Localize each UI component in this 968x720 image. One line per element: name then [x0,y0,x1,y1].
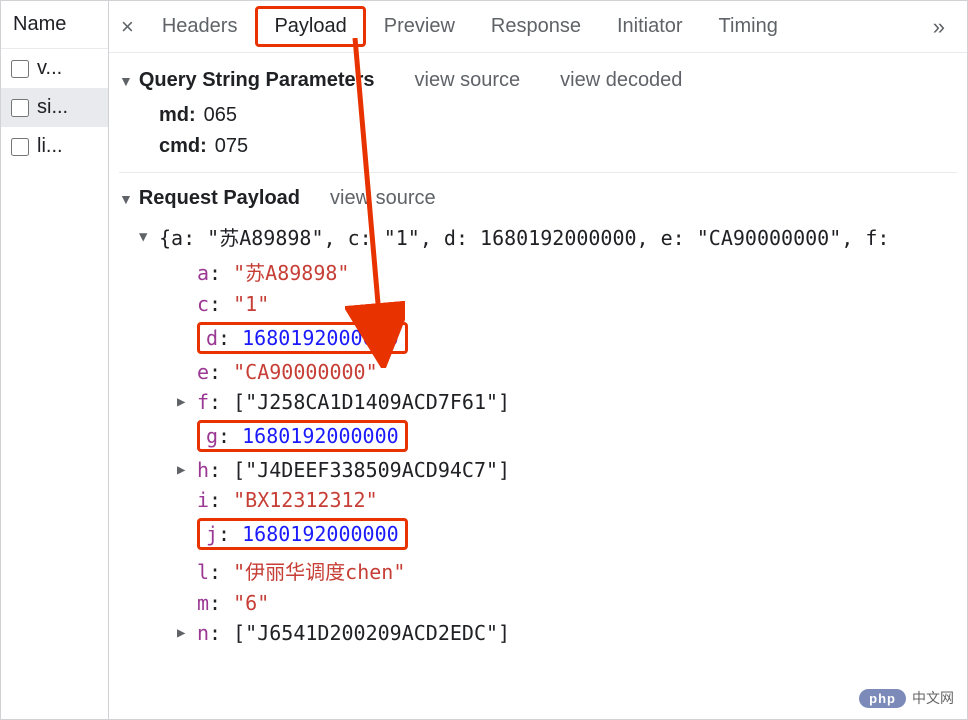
json-key: i [197,488,209,512]
json-key: f [197,390,209,414]
json-key: d [206,326,218,350]
json-key: l [197,560,209,584]
colon: : [209,292,233,316]
json-value: ["J4DEEF338509ACD94C7"] [233,458,510,482]
chevron-down-icon: ▼ [119,191,133,207]
colon: : [209,560,233,584]
query-param-key: md: [159,104,196,127]
details-panel: × HeadersPayloadPreviewResponseInitiator… [109,1,967,719]
json-value: ["J6541D200209ACD2EDC"] [233,621,510,645]
tab-headers[interactable]: Headers [144,3,256,50]
name-item-checkbox[interactable] [11,60,29,78]
view-source-link[interactable]: view source [415,69,521,92]
section-divider [119,172,957,173]
chevron-right-icon[interactable]: ▶ [177,625,193,641]
colon: : [218,424,242,448]
name-item-label: v... [37,57,62,80]
colon: : [209,488,233,512]
query-param-row: md: 065 [159,104,957,127]
payload-section-header: ▼ Request Payload view source [119,187,957,210]
json-value: ["J258CA1D1409ACD7F61"] [233,390,510,414]
json-key: c [197,292,209,316]
name-list: v... si... li... [1,49,108,166]
tabs-row: × HeadersPayloadPreviewResponseInitiator… [109,1,967,53]
query-param-value: 075 [215,135,248,158]
query-title-text: Query String Parameters [139,69,375,92]
payload-title-toggle[interactable]: ▼ Request Payload [119,187,300,210]
json-value: "BX12312312" [233,488,378,512]
json-property-row[interactable]: l: "伊丽华调度chen" [177,556,957,585]
json-property-row[interactable]: ▶f: ["J258CA1D1409ACD7F61"] [177,390,957,414]
json-property-row[interactable]: e: "CA90000000" [177,360,957,384]
json-preview-text: {a: "苏A89898", c: "1", d: 1680192000000,… [159,222,889,251]
json-value: "CA90000000" [233,360,378,384]
tab-payload[interactable]: Payload [255,6,365,47]
query-param-key: cmd: [159,135,207,158]
payload-title-text: Request Payload [139,187,300,210]
name-item[interactable]: si... [1,88,108,127]
name-item-checkbox[interactable] [11,138,29,156]
json-property-row[interactable]: j: 1680192000000 [177,518,957,550]
colon: : [209,591,233,615]
name-item-label: si... [37,96,68,119]
tab-timing[interactable]: Timing [701,3,796,50]
colon: : [209,621,233,645]
colon: : [218,326,242,350]
json-preview-line[interactable]: ▼ {a: "苏A89898", c: "1", d: 168019200000… [139,222,957,251]
json-property-row[interactable]: ▶n: ["J6541D200209ACD2EDC"] [177,621,957,645]
json-property-row[interactable]: m: "6" [177,591,957,615]
tab-initiator[interactable]: Initiator [599,3,701,50]
query-param-value: 065 [204,104,237,127]
json-property-row[interactable]: c: "1" [177,292,957,316]
json-property-row[interactable]: a: "苏A89898" [177,257,957,286]
json-property-row[interactable]: d: 1680192000000 [177,322,957,354]
watermark-badge: php [859,689,906,708]
json-value: "6" [233,591,269,615]
chevron-down-icon: ▼ [119,73,133,89]
json-key: g [206,424,218,448]
json-property-row[interactable]: i: "BX12312312" [177,488,957,512]
json-key: e [197,360,209,384]
query-title-toggle[interactable]: ▼ Query String Parameters [119,69,375,92]
chevron-right-icon[interactable]: ▶ [177,462,193,478]
name-item-checkbox[interactable] [11,99,29,117]
json-tree: ▼ {a: "苏A89898", c: "1", d: 168019200000… [139,222,957,645]
payload-view-source-link[interactable]: view source [330,187,436,210]
watermark-text: 中文网 [912,688,954,708]
chevron-right-icon[interactable]: ▶ [177,394,193,410]
name-panel: Name v... si... li... [1,1,109,719]
colon: : [218,522,242,546]
more-icon[interactable]: » [919,14,959,40]
json-key: j [206,522,218,546]
json-value: 1680192000000 [242,424,399,448]
json-property-row[interactable]: ▶h: ["J4DEEF338509ACD94C7"] [177,458,957,482]
json-key: h [197,458,209,482]
content-area: ▼ Query String Parameters view source vi… [109,53,967,671]
close-icon[interactable]: × [117,14,144,40]
json-value: "1" [233,292,269,316]
json-key: n [197,621,209,645]
watermark: php 中文网 [859,688,954,708]
chevron-down-icon: ▼ [139,229,155,245]
json-key: m [197,591,209,615]
name-header[interactable]: Name [1,1,108,49]
json-value: 1680192000000 [242,326,399,350]
query-section-header: ▼ Query String Parameters view source vi… [119,69,957,92]
query-param-row: cmd: 075 [159,135,957,158]
name-item-label: li... [37,135,63,158]
colon: : [209,390,233,414]
json-property-row[interactable]: g: 1680192000000 [177,420,957,452]
tab-preview[interactable]: Preview [366,3,473,50]
json-value: "伊丽华调度chen" [233,560,405,584]
colon: : [209,261,233,285]
tab-response[interactable]: Response [473,3,599,50]
name-item[interactable]: li... [1,127,108,166]
json-value: 1680192000000 [242,522,399,546]
view-decoded-link[interactable]: view decoded [560,69,682,92]
colon: : [209,458,233,482]
json-key: a [197,261,209,285]
name-item[interactable]: v... [1,49,108,88]
colon: : [209,360,233,384]
json-value: "苏A89898" [233,261,349,285]
